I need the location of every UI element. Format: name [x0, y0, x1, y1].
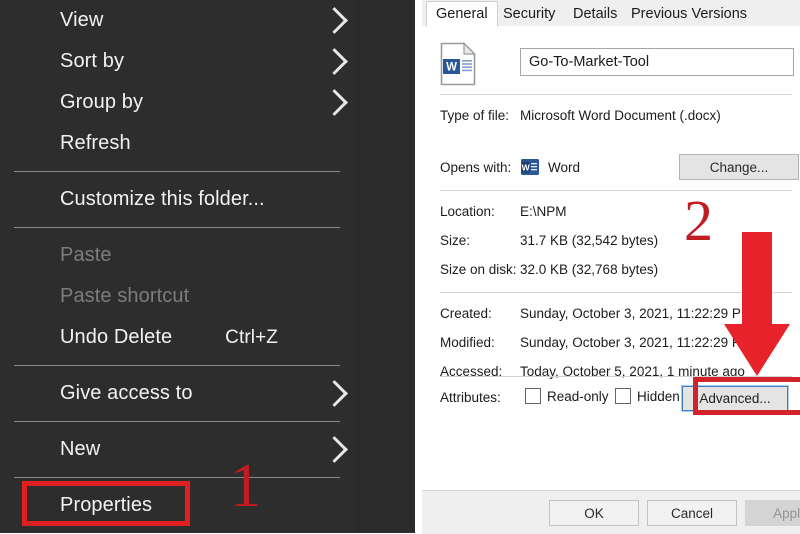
menu-item-label: Group by: [60, 91, 144, 113]
menu-item-properties[interactable]: Properties: [0, 485, 356, 526]
menu-item-label: Paste shortcut: [60, 285, 190, 307]
menu-item-paste-shortcut: Paste shortcut: [0, 276, 356, 317]
svg-text:W: W: [522, 162, 531, 172]
menu-item-label: New: [60, 438, 101, 460]
word-app-icon: W: [521, 159, 539, 175]
menu-item-label: Sort by: [60, 50, 125, 72]
hidden-label: Hidden: [637, 388, 680, 404]
menu-item-group-by[interactable]: Group by: [0, 82, 356, 123]
menu-separator: [14, 171, 340, 172]
field-location: Location: E:\NPM: [440, 204, 567, 219]
field-size-on-disk: Size on disk: 32.0 KB (32,768 bytes): [440, 262, 658, 277]
field-key: Modified:: [440, 335, 495, 350]
menu-item-undo-delete[interactable]: Undo Delete Ctrl+Z: [0, 317, 356, 358]
field-value: Sunday, October 3, 2021, 11:22:29 PM: [520, 335, 753, 350]
cancel-button[interactable]: Cancel: [647, 500, 737, 526]
step-marker-2: 2: [684, 188, 713, 253]
chevron-right-icon: [321, 436, 348, 463]
chevron-right-icon: [321, 89, 348, 116]
menu-separator: [14, 421, 340, 422]
checkbox-box: [615, 388, 631, 404]
menu-item-give-access-to[interactable]: Give access to: [0, 373, 356, 414]
advanced-button-label: Advanced...: [699, 391, 771, 406]
read-only-checkbox[interactable]: Read-only: [525, 388, 609, 404]
tab-label: Previous Versions: [631, 6, 748, 22]
field-value: 31.7 KB (32,542 bytes): [520, 233, 659, 248]
tab-general[interactable]: General: [426, 1, 498, 27]
menu-separator: [14, 477, 340, 478]
tab-details[interactable]: Details: [564, 2, 626, 26]
field-created: Created: Sunday, October 3, 2021, 11:22:2…: [440, 306, 752, 321]
field-key: Type of file:: [440, 108, 510, 123]
file-explorer-context-menu: View Sort by Group by Refresh Customize …: [0, 0, 415, 533]
dialog-tab-strip: General Security Details Previous Versio…: [422, 0, 800, 27]
apply-button-label: Apply: [773, 505, 800, 521]
menu-item-label: Refresh: [60, 132, 131, 154]
change-button-label: Change...: [709, 159, 769, 175]
ok-button[interactable]: OK: [549, 500, 639, 526]
field-key: Size:: [440, 233, 471, 248]
context-menu-panel: View Sort by Group by Refresh Customize …: [0, 0, 356, 533]
read-only-label: Read-only: [547, 388, 609, 404]
field-opens-with: Opens with:: [440, 160, 520, 175]
tab-label: General: [436, 6, 488, 22]
menu-item-label: Undo Delete: [60, 326, 173, 348]
field-value: Microsoft Word Document (.docx): [520, 108, 721, 123]
field-type-of-file: Type of file: Microsoft Word Document (.d…: [440, 108, 721, 123]
tab-label: Details: [573, 6, 618, 22]
filename-input[interactable]: Go-To-Market-Tool: [520, 48, 794, 76]
file-properties-dialog: General Security Details Previous Versio…: [422, 0, 800, 534]
field-value: Sunday, October 3, 2021, 11:22:29 PM: [520, 306, 753, 321]
attributes-label: Attributes:: [440, 390, 501, 405]
attributes-row: Attributes: Read-only Hidden Advanced...: [422, 384, 800, 414]
field-size: Size: 31.7 KB (32,542 bytes): [440, 233, 658, 248]
menu-item-refresh[interactable]: Refresh: [0, 123, 356, 164]
menu-item-sort-by[interactable]: Sort by: [0, 41, 356, 82]
field-key: Size on disk:: [440, 262, 517, 277]
tab-previous-versions[interactable]: Previous Versions: [622, 2, 756, 26]
divider: [440, 376, 792, 377]
checkbox-box: [525, 388, 541, 404]
menu-item-label: Give access to: [60, 382, 193, 404]
divider: [440, 190, 792, 191]
svg-text:W: W: [446, 62, 457, 74]
word-document-icon: W: [440, 42, 476, 86]
menu-item-label: Paste: [60, 244, 112, 266]
menu-item-paste: Paste: [0, 235, 356, 276]
advanced-button[interactable]: Advanced...: [681, 385, 789, 412]
field-key: Created:: [440, 306, 492, 321]
apply-button: Apply: [745, 500, 800, 526]
chevron-right-icon: [321, 7, 348, 34]
field-value: 32.0 KB (32,768 bytes): [520, 262, 659, 277]
change-button[interactable]: Change...: [679, 154, 799, 180]
field-key: Opens with:: [440, 160, 512, 175]
filename-value: Go-To-Market-Tool: [529, 54, 650, 70]
chevron-right-icon: [321, 48, 348, 75]
menu-item-label: Properties: [60, 494, 153, 516]
tab-security[interactable]: Security: [494, 2, 564, 26]
tab-label: Security: [503, 6, 556, 22]
field-value: E:\NPM: [520, 204, 567, 219]
menu-separator: [14, 227, 340, 228]
filename-row: W Go-To-Market-Tool: [422, 38, 800, 92]
menu-item-view[interactable]: View: [0, 0, 356, 41]
menu-item-shortcut: Ctrl+Z: [225, 326, 278, 348]
divider: [440, 292, 792, 293]
menu-item-customize-this-folder[interactable]: Customize this folder...: [0, 179, 356, 220]
general-tab-panel: W Go-To-Market-Tool Type of file: Microso…: [422, 26, 800, 490]
field-modified: Modified: Sunday, October 3, 2021, 11:22:…: [440, 335, 752, 350]
step-marker-1: 1: [230, 452, 261, 520]
field-key: Location:: [440, 204, 495, 219]
ok-button-label: OK: [584, 505, 604, 521]
dialog-footer: OK Cancel Apply: [422, 490, 800, 534]
hidden-checkbox[interactable]: Hidden: [615, 388, 680, 404]
opens-with-app-name: Word: [548, 160, 581, 175]
cancel-button-label: Cancel: [670, 505, 714, 521]
menu-item-new[interactable]: New: [0, 429, 356, 470]
menu-item-label: Customize this folder...: [60, 188, 265, 210]
menu-separator: [14, 365, 340, 366]
menu-item-label: View: [60, 9, 104, 31]
divider: [440, 94, 792, 95]
chevron-right-icon: [321, 380, 348, 407]
